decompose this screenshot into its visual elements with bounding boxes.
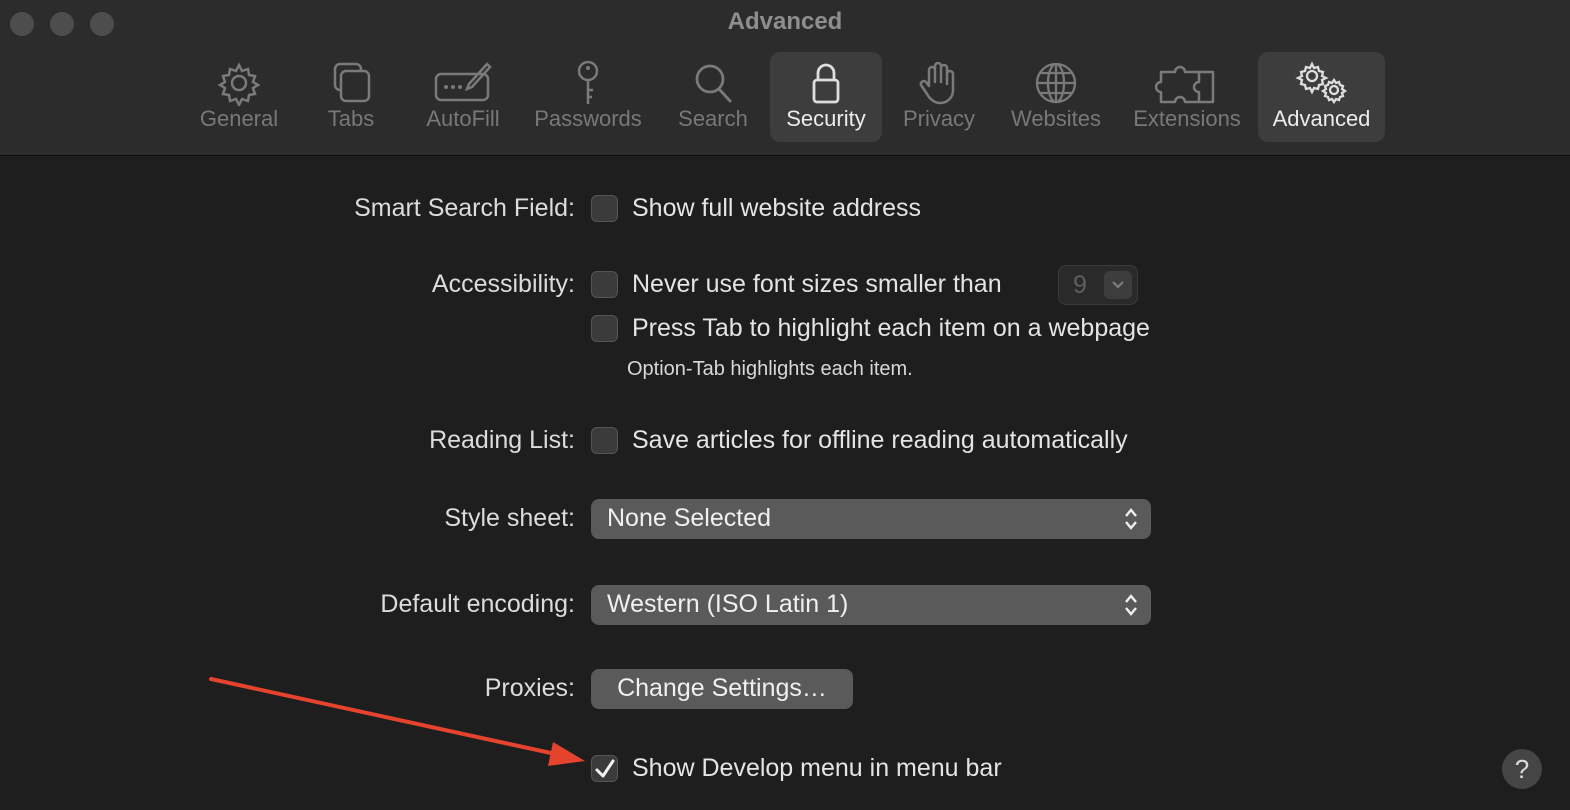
help-button[interactable]: ?: [1502, 749, 1542, 789]
puzzle-icon: [1126, 60, 1248, 106]
updown-chevron-icon: [1123, 591, 1139, 624]
show-develop-menu-checkbox[interactable]: [591, 755, 618, 782]
tab-security[interactable]: Security: [770, 52, 882, 142]
tab-highlight-text: Press Tab to highlight each item on a we…: [632, 314, 1150, 342]
tab-advanced[interactable]: Advanced: [1258, 52, 1385, 142]
tab-label: Advanced: [1272, 106, 1371, 131]
key-icon: [527, 60, 649, 106]
encoding-value: Western (ISO Latin 1): [607, 590, 849, 618]
style-sheet-label: Style sheet:: [444, 504, 575, 532]
chevron-down-icon: [1104, 271, 1132, 299]
reading-list-label: Reading List:: [429, 426, 575, 454]
globe-icon: [1000, 60, 1112, 106]
tab-websites[interactable]: Websites: [1000, 52, 1112, 142]
tab-tabs[interactable]: Tabs: [306, 52, 396, 142]
tab-label: General: [199, 106, 279, 131]
min-font-size-value: 9: [1073, 271, 1087, 299]
hand-icon: [893, 60, 985, 106]
updown-chevron-icon: [1123, 505, 1139, 538]
min-font-size-checkbox[interactable]: [591, 271, 618, 298]
tab-extensions[interactable]: Extensions: [1126, 52, 1248, 142]
change-settings-label: Change Settings…: [617, 674, 827, 702]
offline-reading-text: Save articles for offline reading automa…: [632, 426, 1128, 454]
checkmark-icon: [595, 759, 615, 778]
gears-icon: [1258, 60, 1385, 106]
min-font-size-text: Never use font sizes smaller than: [632, 270, 1002, 298]
accessibility-label: Accessibility:: [431, 270, 575, 298]
option-tab-note: Option-Tab highlights each item.: [627, 358, 913, 380]
show-develop-menu-text: Show Develop menu in menu bar: [632, 754, 1002, 782]
encoding-popup[interactable]: Western (ISO Latin 1): [591, 585, 1151, 625]
proxies-label: Proxies:: [484, 674, 575, 702]
tab-privacy[interactable]: Privacy: [893, 52, 985, 142]
min-font-size-select[interactable]: 9: [1058, 265, 1138, 305]
change-settings-button[interactable]: Change Settings…: [591, 669, 853, 709]
tab-search[interactable]: Search: [668, 52, 758, 142]
encoding-label: Default encoding:: [380, 590, 575, 618]
autofill-pencil-icon: [414, 60, 512, 106]
style-sheet-value: None Selected: [607, 504, 772, 532]
tab-label: Extensions: [1133, 106, 1241, 131]
lock-icon: [770, 60, 882, 106]
show-full-address-text: Show full website address: [632, 194, 922, 222]
tab-passwords[interactable]: Passwords: [527, 52, 649, 142]
tab-label: Privacy: [902, 106, 976, 131]
tab-label: Security: [786, 106, 866, 131]
tab-general[interactable]: General: [190, 52, 288, 142]
tab-label: Passwords: [534, 106, 642, 131]
tab-autofill[interactable]: AutoFill: [414, 52, 512, 142]
tabs-icon: [306, 60, 396, 106]
offline-reading-checkbox[interactable]: [591, 427, 618, 454]
magnifier-icon: [668, 60, 758, 106]
tab-label: AutoFill: [426, 106, 500, 131]
tab-label: Search: [678, 106, 748, 131]
smart-search-label: Smart Search Field:: [354, 194, 575, 222]
window-title: Advanced: [727, 8, 843, 35]
tab-highlight-checkbox[interactable]: [591, 315, 618, 342]
style-sheet-popup[interactable]: None Selected: [591, 499, 1151, 539]
tab-label: Websites: [1010, 106, 1102, 131]
tab-label: Tabs: [327, 106, 375, 131]
gear-icon: [190, 60, 288, 106]
preferences-window: Advanced General Tabs AutoFill Passwords…: [0, 0, 1570, 810]
toolbar: Advanced General Tabs AutoFill Passwords…: [0, 0, 1570, 156]
show-full-address-checkbox[interactable]: [591, 195, 618, 222]
